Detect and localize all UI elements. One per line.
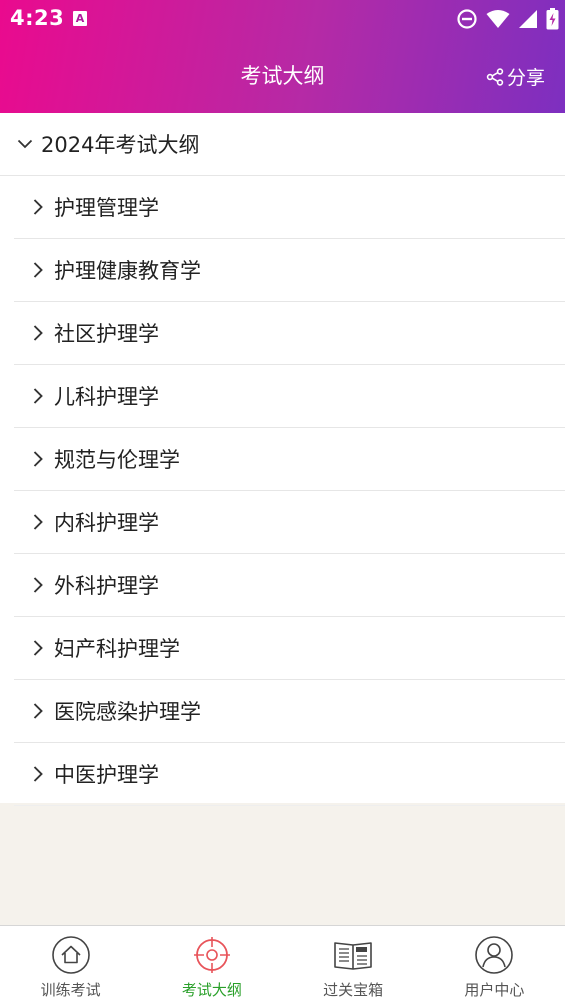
list-item[interactable]: 儿科护理学 xyxy=(14,365,565,428)
chevron-right-icon xyxy=(33,451,43,467)
app-header: 4:23 A 考试大纲 分享 xyxy=(0,0,565,113)
tab-pass-treasure[interactable]: 过关宝箱 xyxy=(283,926,424,1005)
wifi-icon xyxy=(486,10,510,28)
share-icon xyxy=(486,67,504,86)
status-time: 4:23 xyxy=(10,6,65,30)
tab-training-exam[interactable]: 训练考试 xyxy=(0,926,141,1005)
list-item-label: 医院感染护理学 xyxy=(54,700,201,724)
signal-icon xyxy=(519,10,537,28)
list-item[interactable]: 护理管理学 xyxy=(14,176,565,239)
tab-label: 训练考试 xyxy=(40,981,101,999)
section-header-2024[interactable]: 2024年考试大纲 xyxy=(0,113,565,176)
list-item[interactable]: 社区护理学 xyxy=(14,302,565,365)
page-title: 考试大纲 xyxy=(240,64,325,88)
chevron-right-icon xyxy=(33,766,43,782)
list-item[interactable]: 中医护理学 xyxy=(14,743,565,806)
chevron-right-icon xyxy=(33,388,43,404)
share-button[interactable]: 分享 xyxy=(486,63,545,90)
list-item[interactable]: 规范与伦理学 xyxy=(14,428,565,491)
list-item-label: 社区护理学 xyxy=(54,322,159,346)
list-item-label: 规范与伦理学 xyxy=(54,448,180,472)
tab-label: 过关宝箱 xyxy=(323,981,384,999)
list-item[interactable]: 内科护理学 xyxy=(14,491,565,554)
status-icons xyxy=(456,8,559,30)
chevron-right-icon xyxy=(33,199,43,215)
list-item-label: 儿科护理学 xyxy=(54,385,159,409)
tab-exam-syllabus[interactable]: 考试大纲 xyxy=(141,926,282,1005)
list-item[interactable]: 护理健康教育学 xyxy=(14,239,565,302)
chevron-right-icon xyxy=(33,262,43,278)
do-not-disturb-icon xyxy=(457,9,477,29)
section-title: 2024年考试大纲 xyxy=(41,133,200,157)
list-item-label: 妇产科护理学 xyxy=(54,637,180,661)
battery-icon xyxy=(546,8,559,30)
status-bar: 4:23 A xyxy=(0,0,565,38)
tab-label: 用户中心 xyxy=(464,981,525,999)
home-icon xyxy=(51,936,90,974)
news-book-icon xyxy=(334,942,372,970)
syllabus-list: 2024年考试大纲 护理管理学 护理健康教育学 社区护理学 儿科护理学 规范与伦… xyxy=(0,113,565,806)
notification-a-icon: A xyxy=(73,11,87,26)
chevron-right-icon xyxy=(33,577,43,593)
bottom-tab-bar: 训练考试 考试大纲 过关宝箱 用户中心 xyxy=(0,925,565,1005)
list-item-label: 中医护理学 xyxy=(54,763,159,787)
list-item-label: 护理管理学 xyxy=(54,196,159,220)
chevron-right-icon xyxy=(33,703,43,719)
list-item[interactable]: 医院感染护理学 xyxy=(14,680,565,743)
chevron-right-icon xyxy=(33,640,43,656)
share-label: 分享 xyxy=(506,67,545,89)
list-item[interactable]: 外科护理学 xyxy=(14,554,565,617)
chevron-down-icon xyxy=(17,139,33,149)
chevron-right-icon xyxy=(33,325,43,341)
tab-user-center[interactable]: 用户中心 xyxy=(424,926,565,1005)
list-item[interactable]: 妇产科护理学 xyxy=(14,617,565,680)
list-item-label: 外科护理学 xyxy=(54,574,159,598)
list-item-label: 护理健康教育学 xyxy=(54,259,201,283)
chevron-right-icon xyxy=(33,514,43,530)
target-icon xyxy=(193,937,230,973)
user-icon xyxy=(475,936,514,974)
list-item-label: 内科护理学 xyxy=(54,511,159,535)
tab-label: 考试大纲 xyxy=(181,981,242,999)
